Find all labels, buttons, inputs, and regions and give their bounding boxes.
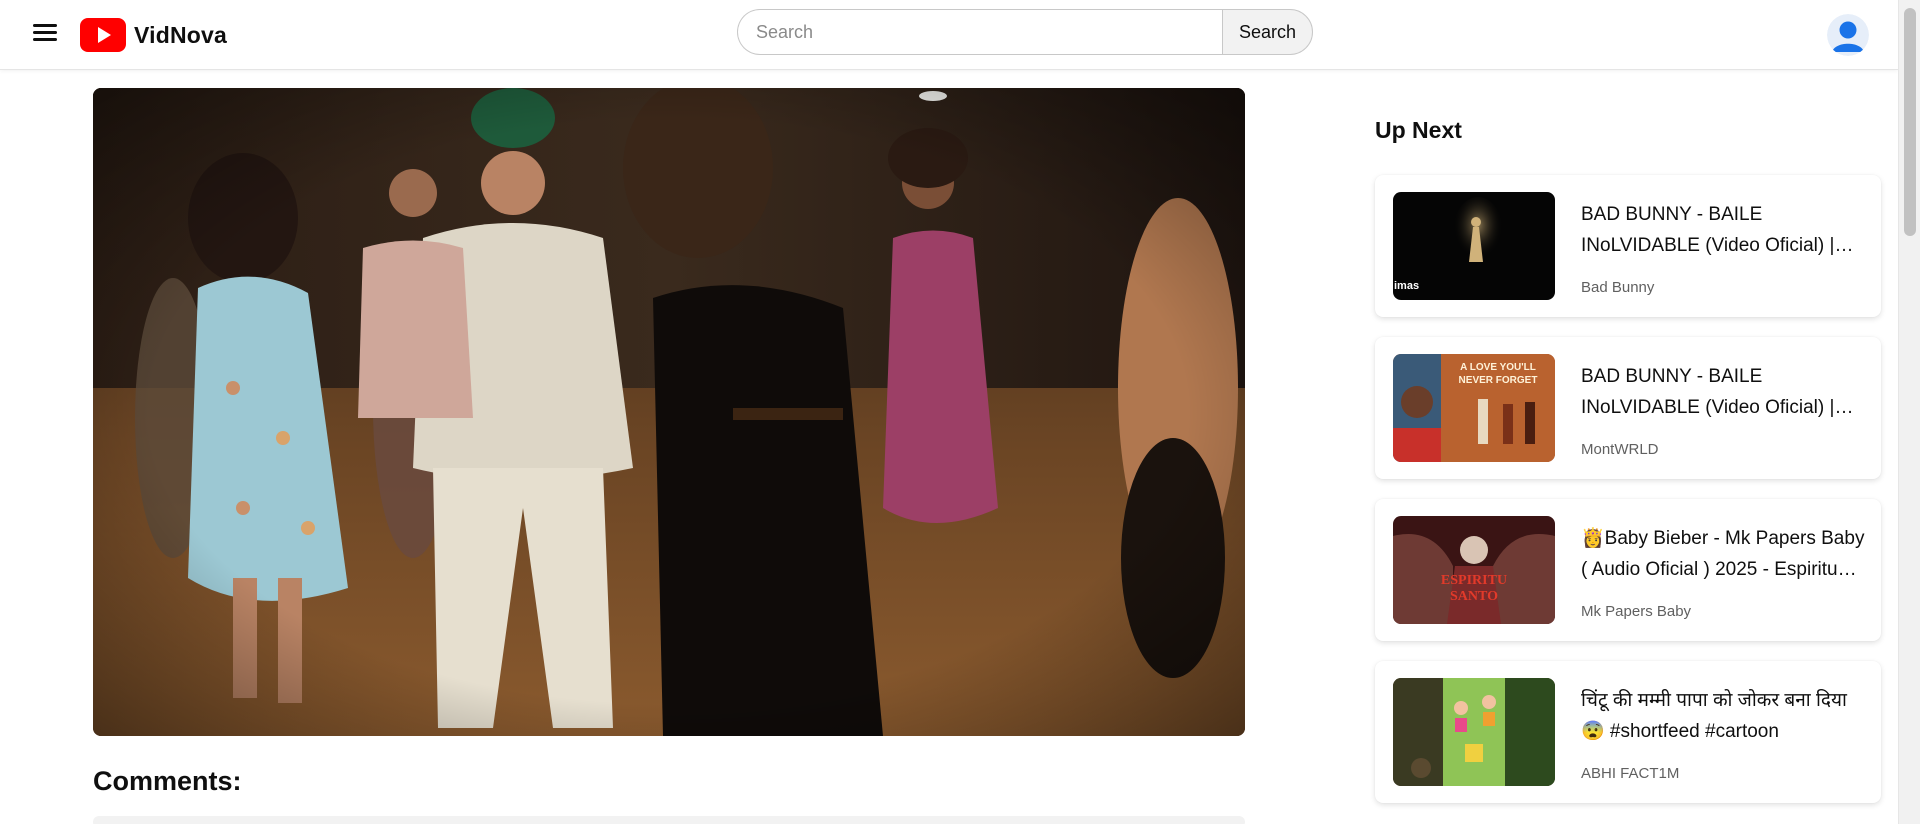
- up-next-channel[interactable]: Mk Papers Baby: [1581, 603, 1691, 620]
- up-next-item[interactable]: imas BAD BUNNY - BAILE INoLVIDABLE (Vide…: [1375, 175, 1881, 317]
- up-next-channel[interactable]: MontWRLD: [1581, 441, 1659, 458]
- up-next-title[interactable]: 👸Baby Bieber - Mk Papers Baby ( Audio Of…: [1581, 523, 1867, 585]
- up-next-item[interactable]: ESPIRITU SANTO 👸Baby Bieber - Mk Papers …: [1375, 499, 1881, 641]
- up-next-title[interactable]: BAD BUNNY - BAILE INoLVIDABLE (Video Ofi…: [1581, 361, 1867, 423]
- hamburger-menu-icon[interactable]: [29, 21, 61, 47]
- up-next-channel[interactable]: Bad Bunny: [1581, 279, 1654, 296]
- svg-text:NEVER FORGET: NEVER FORGET: [1459, 375, 1538, 386]
- logo-text: VidNova: [134, 21, 228, 48]
- video-thumbnail[interactable]: [1393, 678, 1555, 786]
- svg-text:ESPIRITU: ESPIRITU: [1441, 573, 1507, 588]
- up-next-title[interactable]: चिंटू की मम्मी पापा को जोकर बना दिया😨 #s…: [1581, 685, 1867, 747]
- video-thumbnail[interactable]: A LOVE YOU'LL NEVER FORGET: [1393, 354, 1555, 462]
- video-player[interactable]: [93, 88, 1245, 736]
- comment-box[interactable]: [93, 816, 1245, 824]
- play-logo-icon: [80, 18, 126, 52]
- up-next-item[interactable]: चिंटू की मम्मी पापा को जोकर बना दिया😨 #s…: [1375, 661, 1881, 803]
- up-next-heading: Up Next: [1375, 117, 1462, 143]
- up-next-channel[interactable]: ABHI FACT1M: [1581, 765, 1679, 782]
- page: VidNova Search Search Comments: Up Next …: [0, 0, 1920, 824]
- video-thumbnail[interactable]: imas: [1393, 192, 1555, 300]
- comments-heading: Comments:: [93, 766, 242, 796]
- user-avatar-icon[interactable]: [1827, 14, 1869, 56]
- scrollbar-thumb[interactable]: [1904, 8, 1916, 236]
- search-input[interactable]: [737, 9, 1222, 55]
- search-button[interactable]: Search: [1222, 9, 1313, 55]
- page-scrollbar[interactable]: [1898, 0, 1920, 824]
- svg-text:SANTO: SANTO: [1450, 589, 1498, 604]
- top-header: VidNova Search: [0, 0, 1898, 70]
- video-frame: [93, 88, 1245, 736]
- video-thumbnail[interactable]: ESPIRITU SANTO: [1393, 516, 1555, 624]
- search-bar: Search: [737, 9, 1313, 55]
- svg-text:imas: imas: [1394, 280, 1419, 292]
- up-next-title[interactable]: BAD BUNNY - BAILE INoLVIDABLE (Video Ofi…: [1581, 199, 1867, 261]
- logo[interactable]: VidNova: [80, 17, 227, 53]
- up-next-item[interactable]: A LOVE YOU'LL NEVER FORGET BAD BUNNY - B…: [1375, 337, 1881, 479]
- svg-text:A LOVE YOU'LL: A LOVE YOU'LL: [1460, 362, 1536, 373]
